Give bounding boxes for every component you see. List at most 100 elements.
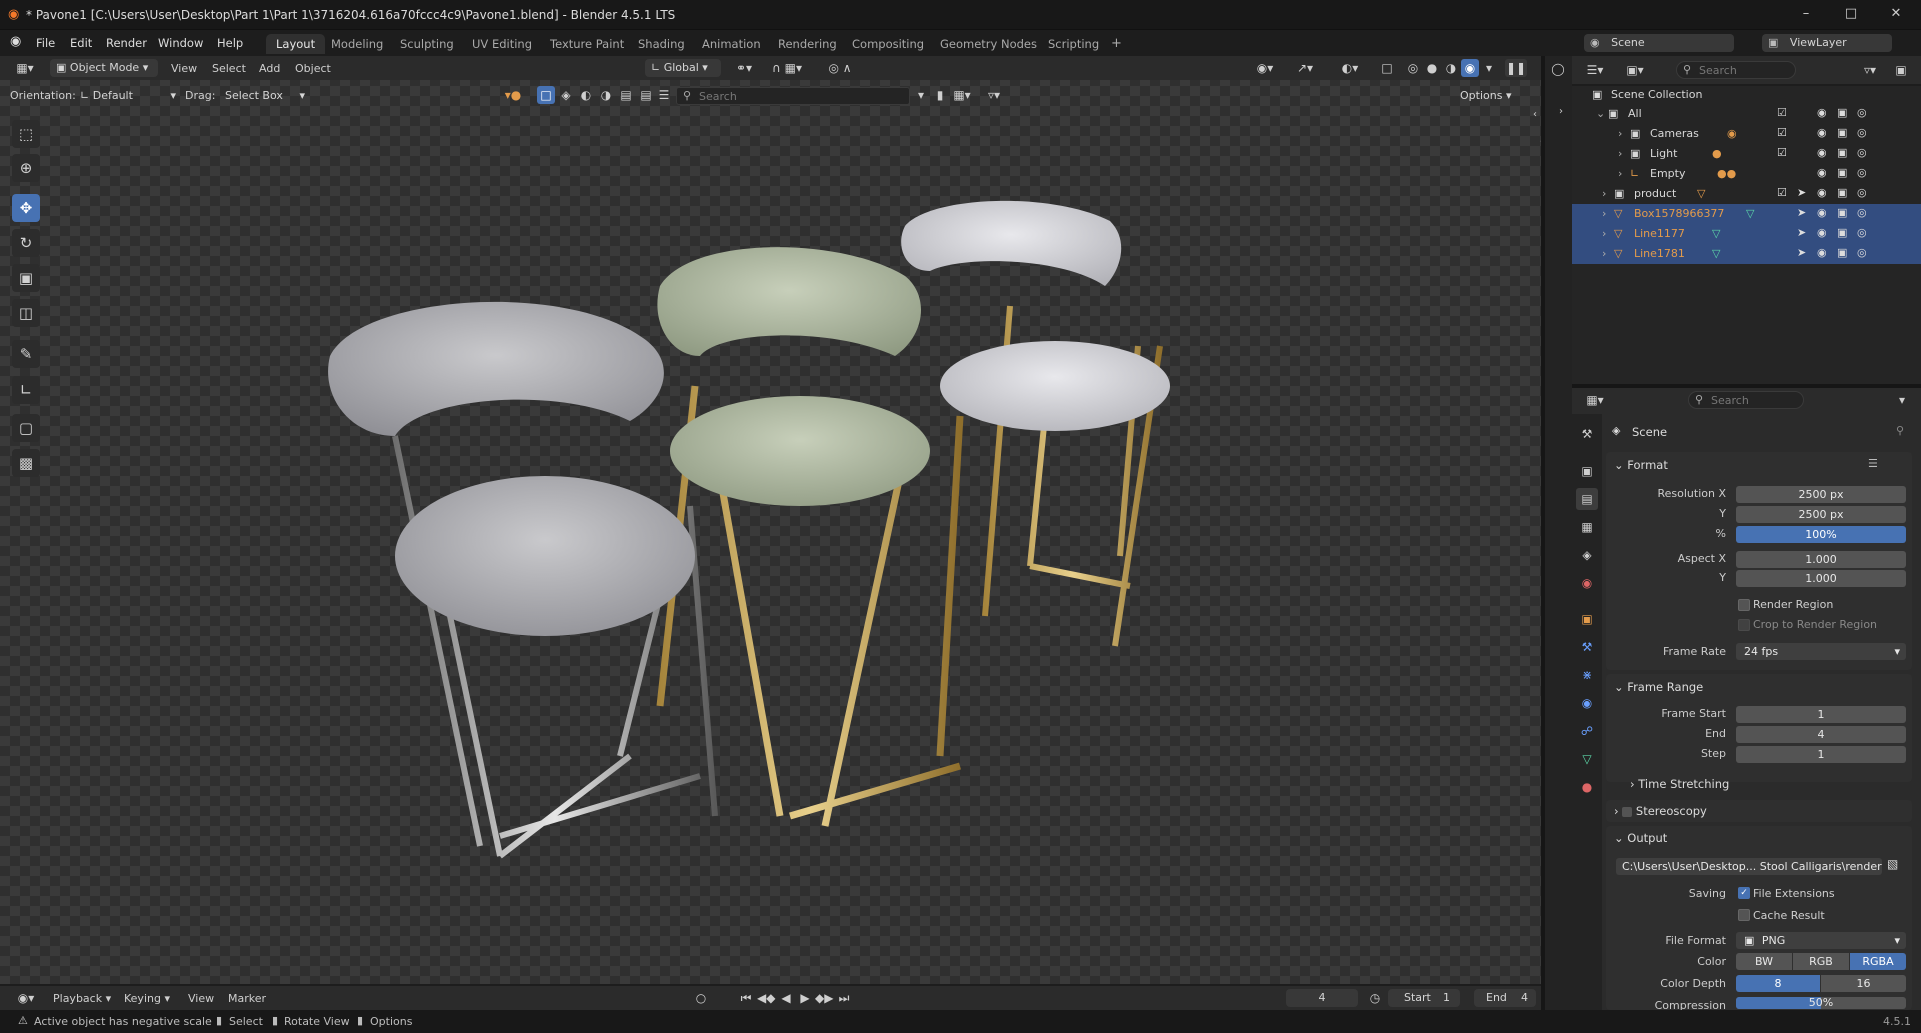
outliner-display-icon[interactable]: ▣▾ (1620, 61, 1650, 79)
resolution-percent-field[interactable]: 100% (1736, 526, 1906, 543)
checkbox-icon[interactable]: ☑ (1777, 126, 1787, 139)
render-tab-icon[interactable]: ▣ (1576, 460, 1598, 482)
color-bw-button[interactable]: BW (1736, 953, 1792, 970)
close-button[interactable]: ✕ (1884, 6, 1908, 24)
frame-start-field[interactable]: 1 (1736, 706, 1906, 723)
outliner-editor-icon[interactable]: ☰▾ (1580, 61, 1610, 79)
jump-start-icon[interactable]: ⏮ (738, 989, 754, 1007)
tab-layout[interactable]: Layout (266, 34, 326, 54)
outliner-row-line1177[interactable]: › ▽ Line1177 ▽ ➤ ◉ ▣ ◎ (1572, 224, 1921, 244)
camera-icon[interactable]: ◎ (1857, 226, 1867, 239)
navigation-gizmo-icon[interactable]: ◯ (1548, 60, 1568, 78)
add-workspace-icon[interactable]: + (1111, 36, 1122, 51)
material-tab-icon[interactable]: ● (1576, 776, 1598, 798)
compression-slider[interactable]: 50% (1736, 997, 1906, 1009)
filter-list-icon[interactable]: ▤ (637, 86, 655, 104)
auto-keying-icon[interactable]: ○ (692, 989, 710, 1007)
tab-compositing[interactable]: Compositing (842, 34, 934, 54)
overlays-icon[interactable]: ◐▾ (1333, 59, 1367, 77)
frame-range-panel-header[interactable]: ⌄ Frame Range (1614, 680, 1703, 694)
pause-render-icon[interactable]: ❚❚ (1505, 59, 1527, 77)
jump-keyframe-forward-icon[interactable]: ◆▶ (815, 989, 833, 1007)
add-cube-icon[interactable]: ▢ (12, 414, 40, 442)
viewlayer-selector[interactable]: ▣ ViewLayer (1762, 34, 1892, 52)
menu-object[interactable]: Object (295, 62, 331, 75)
camera-icon[interactable]: ◎ (1857, 246, 1867, 259)
select-arrow-icon[interactable]: ➤ (1797, 186, 1806, 199)
scene-tab-icon[interactable]: ◈ (1576, 544, 1598, 566)
frame-rate-dropdown[interactable]: 24 fps ▾ (1736, 643, 1906, 660)
funnel-filter-icon[interactable]: ▿▾ (982, 86, 1006, 104)
transform-orientation-dropdown[interactable]: ∟ Global ▾ (645, 59, 721, 77)
editor-type-icon[interactable]: ▦▾ (10, 59, 40, 77)
snap-icon[interactable]: ∩ ▦▾ (765, 59, 809, 77)
file-format-dropdown[interactable]: ▣ PNG ▾ (1736, 932, 1906, 949)
outliner-row-empty[interactable]: › ∟ Empty ●● ◉ ▣ ◎ (1572, 164, 1921, 184)
pivot-icon[interactable]: ⚭▾ (730, 59, 758, 77)
timeline-editor-icon[interactable]: ◉▾ (12, 989, 40, 1007)
frame-step-field[interactable]: 1 (1736, 746, 1906, 763)
camera-icon[interactable]: ◎ (1857, 146, 1867, 159)
sidebar-toggle-icon[interactable]: ‹ (1530, 106, 1540, 124)
menu-render[interactable]: Render (106, 36, 147, 50)
cache-result-checkbox[interactable] (1738, 909, 1750, 921)
tab-animation[interactable]: Animation (692, 34, 771, 54)
eye-icon[interactable]: ◉ (1817, 206, 1827, 219)
monitor-icon[interactable]: ▣ (1837, 206, 1847, 219)
tool-tab-icon[interactable]: ⚒ (1576, 423, 1598, 445)
folder-icon[interactable]: ▧ (1887, 857, 1898, 871)
3d-viewport[interactable] (0, 56, 1541, 984)
outliner-row-light[interactable]: › ▣ Light ● ☑ ◉ ▣ ◎ (1572, 144, 1921, 164)
camera-icon[interactable]: ◎ (1857, 206, 1867, 219)
tab-texture-paint[interactable]: Texture Paint (540, 34, 634, 54)
outliner-row-product[interactable]: › ▣ product ▽ ☑ ➤ ◉ ▣ ◎ (1572, 184, 1921, 204)
collapse-arrow-icon[interactable]: › (1556, 103, 1566, 121)
object-tab-icon[interactable]: ▣ (1576, 608, 1598, 630)
particles-tab-icon[interactable]: ⋇ (1576, 664, 1598, 686)
constraints-tab-icon[interactable]: ☍ (1576, 720, 1598, 742)
color-depth-8-button[interactable]: 8 (1736, 975, 1820, 992)
monitor-icon[interactable]: ▣ (1837, 146, 1847, 159)
transform-icon[interactable]: ◫ (12, 299, 40, 327)
select-arrow-icon[interactable]: ➤ (1797, 226, 1806, 239)
aspect-y-field[interactable]: 1.000 (1736, 570, 1906, 587)
monitor-icon[interactable]: ▣ (1837, 226, 1847, 239)
measure-icon[interactable]: ∟ (12, 376, 40, 404)
add-object-icon[interactable]: ▩ (12, 449, 40, 477)
physics-tab-icon[interactable]: ◉ (1576, 692, 1598, 714)
file-extensions-checkbox[interactable]: ✓ (1738, 887, 1750, 899)
checkbox-icon[interactable]: ☑ (1777, 186, 1787, 199)
eye-icon[interactable]: ◉ (1817, 186, 1827, 199)
timeline-menu-playback[interactable]: Playback ▾ (53, 992, 111, 1005)
tab-scripting[interactable]: Scripting (1038, 34, 1109, 54)
scale-icon[interactable]: ▣ (12, 264, 40, 292)
material-shading-icon[interactable]: ◑ (1442, 59, 1460, 77)
color-rgb-button[interactable]: RGB (1793, 953, 1849, 970)
output-path-field[interactable]: C:\Users\User\Desktop... Stool Calligari… (1616, 858, 1882, 875)
stereoscopy-checkbox[interactable] (1622, 806, 1633, 817)
display-mode-icon[interactable]: ▦▾ (950, 86, 974, 104)
blender-menu-icon[interactable]: ◉ (10, 34, 21, 49)
monitor-icon[interactable]: ▣ (1837, 186, 1847, 199)
timeline-menu-view[interactable]: View (188, 992, 214, 1005)
format-panel-header[interactable]: ⌄ Format (1614, 458, 1668, 472)
presets-icon[interactable]: ☰ (1868, 457, 1878, 470)
options-dropdown[interactable]: Options ▾ (1460, 86, 1526, 104)
play-icon[interactable]: ▶ (797, 989, 813, 1007)
color-rgba-button[interactable]: RGBA (1850, 953, 1906, 970)
rendered-shading-icon[interactable]: ◉ (1461, 59, 1479, 77)
output-panel-header[interactable]: ⌄ Output (1614, 831, 1667, 845)
annotate-icon[interactable]: ✎ (12, 340, 40, 368)
menu-file[interactable]: File (36, 36, 55, 50)
solid-shading-icon[interactable]: ● (1423, 59, 1441, 77)
current-frame-field[interactable]: 4 (1286, 989, 1358, 1007)
select-box-icon[interactable]: ⬚ (12, 120, 40, 148)
monitor-icon[interactable]: ▣ (1837, 126, 1847, 139)
camera-icon[interactable]: ◎ (1857, 106, 1867, 119)
modifier-tab-icon[interactable]: ⚒ (1576, 636, 1598, 658)
tab-shading[interactable]: Shading (628, 34, 695, 54)
eye-icon[interactable]: ◉ (1817, 126, 1827, 139)
crop-region-checkbox[interactable] (1738, 619, 1750, 631)
timeline-end-field[interactable]: End 4 (1474, 989, 1536, 1007)
eye-icon[interactable]: ◉ (1817, 106, 1827, 119)
